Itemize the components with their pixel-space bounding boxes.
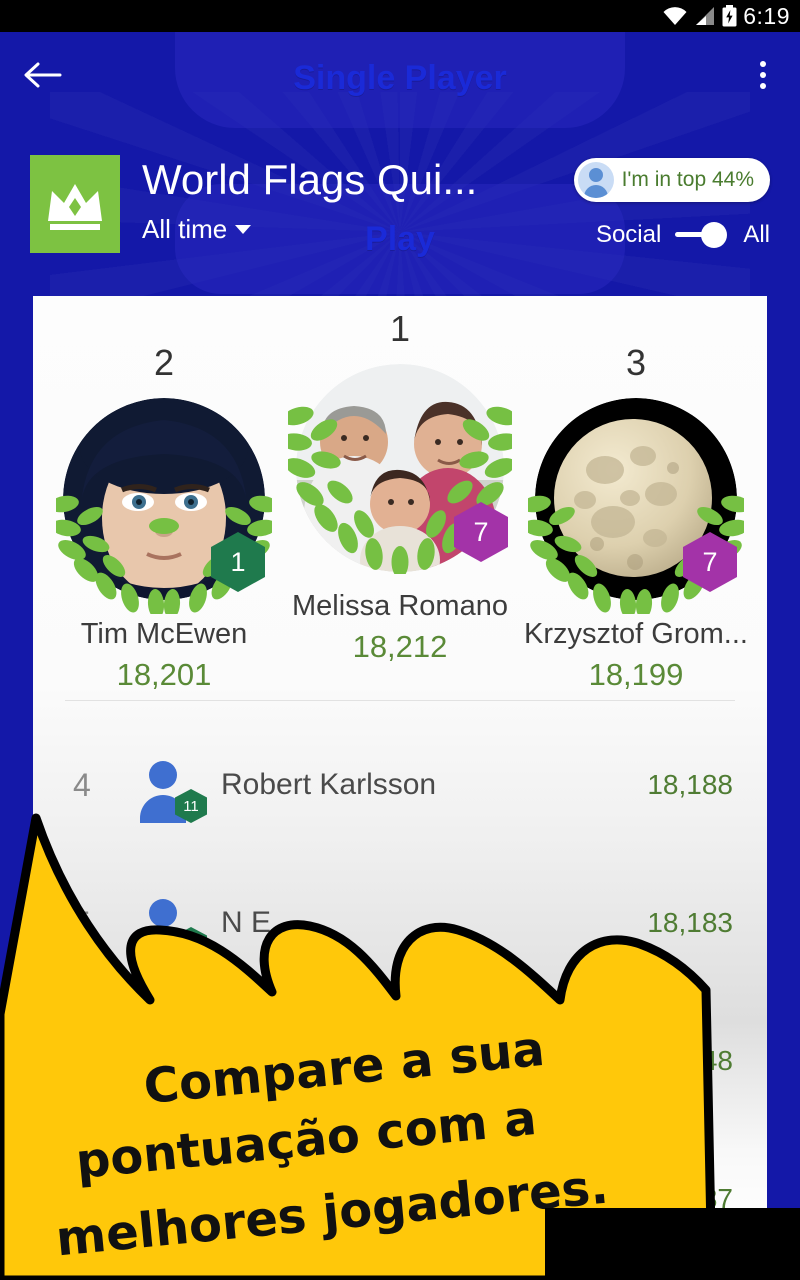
- promo-speech-bubble: [0, 813, 717, 1280]
- app-screen: Single Player Play 6:19 World Flags Qui.…: [0, 0, 800, 1280]
- bottom-black-bar: [545, 1208, 800, 1280]
